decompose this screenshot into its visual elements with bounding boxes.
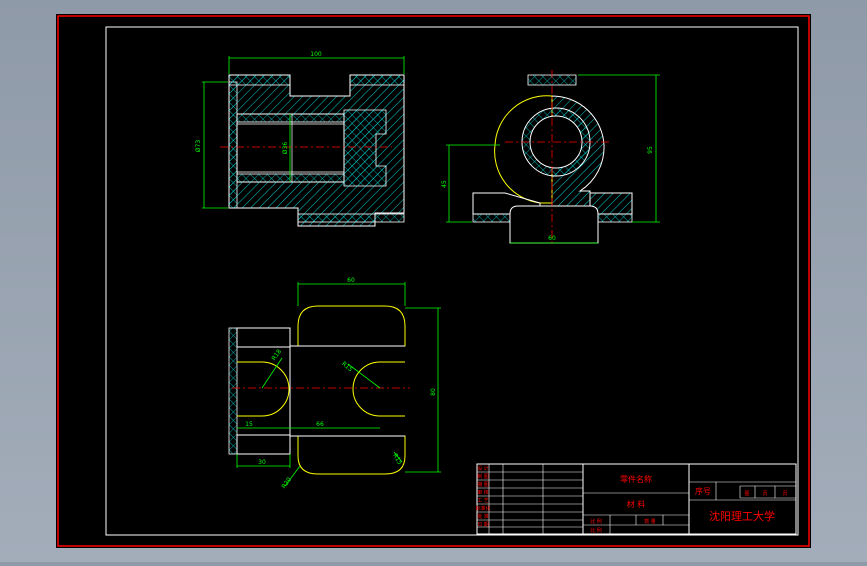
- dim-front-bore: Ø36: [282, 142, 289, 155]
- dim-side-base: 60: [548, 235, 556, 242]
- tb-left-row-3: 描 图: [477, 481, 489, 488]
- tb-small-1: 比 例: [590, 518, 602, 525]
- dim-top-d1: 15: [245, 421, 253, 428]
- front-bore-top-liner: [236, 113, 345, 123]
- front-top-right: [349, 74, 405, 86]
- dim-front-width: 100: [310, 51, 322, 58]
- tb-left-row-5: 工 艺: [477, 498, 489, 504]
- tb-seq: 序号: [695, 486, 711, 496]
- sheet-background: [56, 14, 811, 548]
- tb-left-row-2: 制 图: [477, 473, 489, 480]
- dim-front-height: Ø73: [195, 140, 202, 153]
- tb-left-row-4: 审 核: [477, 489, 489, 496]
- front-bore-bottom-liner: [236, 173, 345, 183]
- cad-viewer: 100 Ø73 Ø36 95 45 60 60 80 R18 R15 15 66…: [0, 0, 867, 562]
- tb-part-name: 零件名称: [620, 474, 652, 484]
- tb-right-1: 图: [744, 491, 749, 497]
- drawing-canvas: 100 Ø73 Ø36 95 45 60 60 80 R18 R15 15 66…: [56, 14, 811, 548]
- tb-left-row-8: 日 期: [477, 522, 489, 528]
- tb-left-row-6: 标准化: [475, 505, 490, 512]
- tb-right-2: 页: [762, 491, 767, 497]
- tb-school: 沈阳理工大学: [709, 509, 775, 523]
- front-bottom-rib: [297, 213, 405, 223]
- dim-top-d2: 66: [316, 421, 324, 428]
- front-left-wall: [228, 81, 238, 209]
- dim-side-center: 45: [441, 180, 448, 188]
- tb-left-row-1: 设 计: [477, 465, 489, 472]
- tb-left-row-7: 批 准: [477, 513, 489, 520]
- front-top-left: [228, 74, 291, 86]
- dim-top-height: 80: [430, 388, 437, 396]
- tb-right-3: 页: [782, 491, 787, 497]
- dim-top-d3: 30: [258, 459, 266, 466]
- tb-bottom-1: 比 例: [590, 527, 602, 534]
- tb-small-2: 数 量: [644, 518, 656, 525]
- top-left-wall: [228, 327, 238, 455]
- dim-top-width: 60: [347, 277, 355, 284]
- tb-material: 材 料: [627, 499, 646, 509]
- dim-side-height: 95: [647, 146, 654, 154]
